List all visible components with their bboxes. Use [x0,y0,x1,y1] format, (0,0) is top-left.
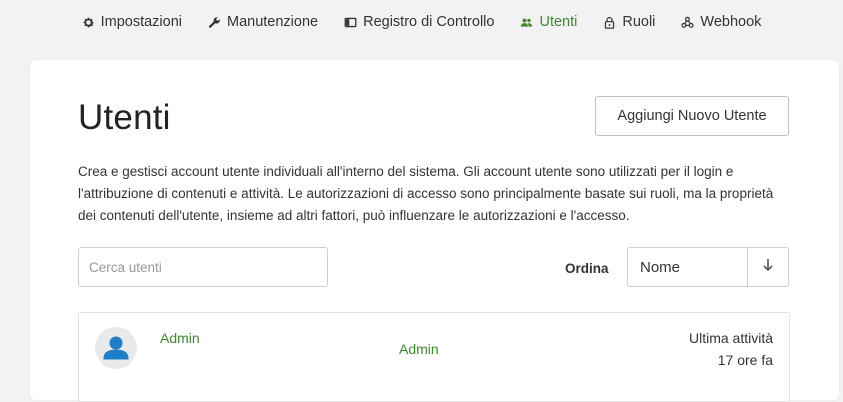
nav-item-webhook[interactable]: Webhook [668,0,774,44]
nav-item-registro-di-controllo[interactable]: Registro di Controllo [331,0,507,44]
user-avatar-icon [103,336,129,360]
last-activity-time: 17 ore fa [717,352,773,368]
user-list-item: Admin Admin Ultima attività 17 ore fa [78,312,790,402]
search-users-input[interactable] [78,247,328,287]
users-icon [520,16,533,29]
gear-icon [82,16,95,29]
user-role-link[interactable]: Admin [399,341,439,357]
nav-item-impostazioni[interactable]: Impostazioni [69,0,195,44]
nav-item-ruoli[interactable]: Ruoli [590,0,668,44]
user-name-link[interactable]: Admin [160,330,200,346]
avatar [95,327,137,369]
nav-label: Impostazioni [100,14,182,30]
nav-label: Registro di Controllo [363,14,495,30]
wrench-icon [208,16,221,29]
page-description: Crea e gestisci account utente individua… [78,164,774,223]
webhook-icon [681,16,695,29]
nav-label: Ruoli [622,14,656,30]
nav-item-utenti[interactable]: Utenti [507,0,590,44]
last-activity-label: Ultima attività [688,330,773,346]
add-new-user-button[interactable]: Aggiungi Nuovo Utente [595,96,789,136]
sort-control: Nome [627,247,789,287]
arrow-down-icon [762,258,774,277]
sort-direction-button[interactable] [748,248,788,286]
nav-label: Manutenzione [227,14,319,30]
nav-item-manutenzione[interactable]: Manutenzione [195,0,331,44]
audit-log-icon [344,16,357,29]
sort-select[interactable]: Nome [628,248,748,286]
page-title: Utenti [78,98,171,137]
lock-icon [603,16,616,29]
users-card: Utenti Aggiungi Nuovo Utente Crea e gest… [30,60,839,402]
nav-label: Webhook [700,14,762,30]
top-navigation: Impostazioni Manutenzione Registro di Co… [0,0,843,44]
nav-label: Utenti [539,14,578,30]
sort-label: Ordina [565,261,609,276]
